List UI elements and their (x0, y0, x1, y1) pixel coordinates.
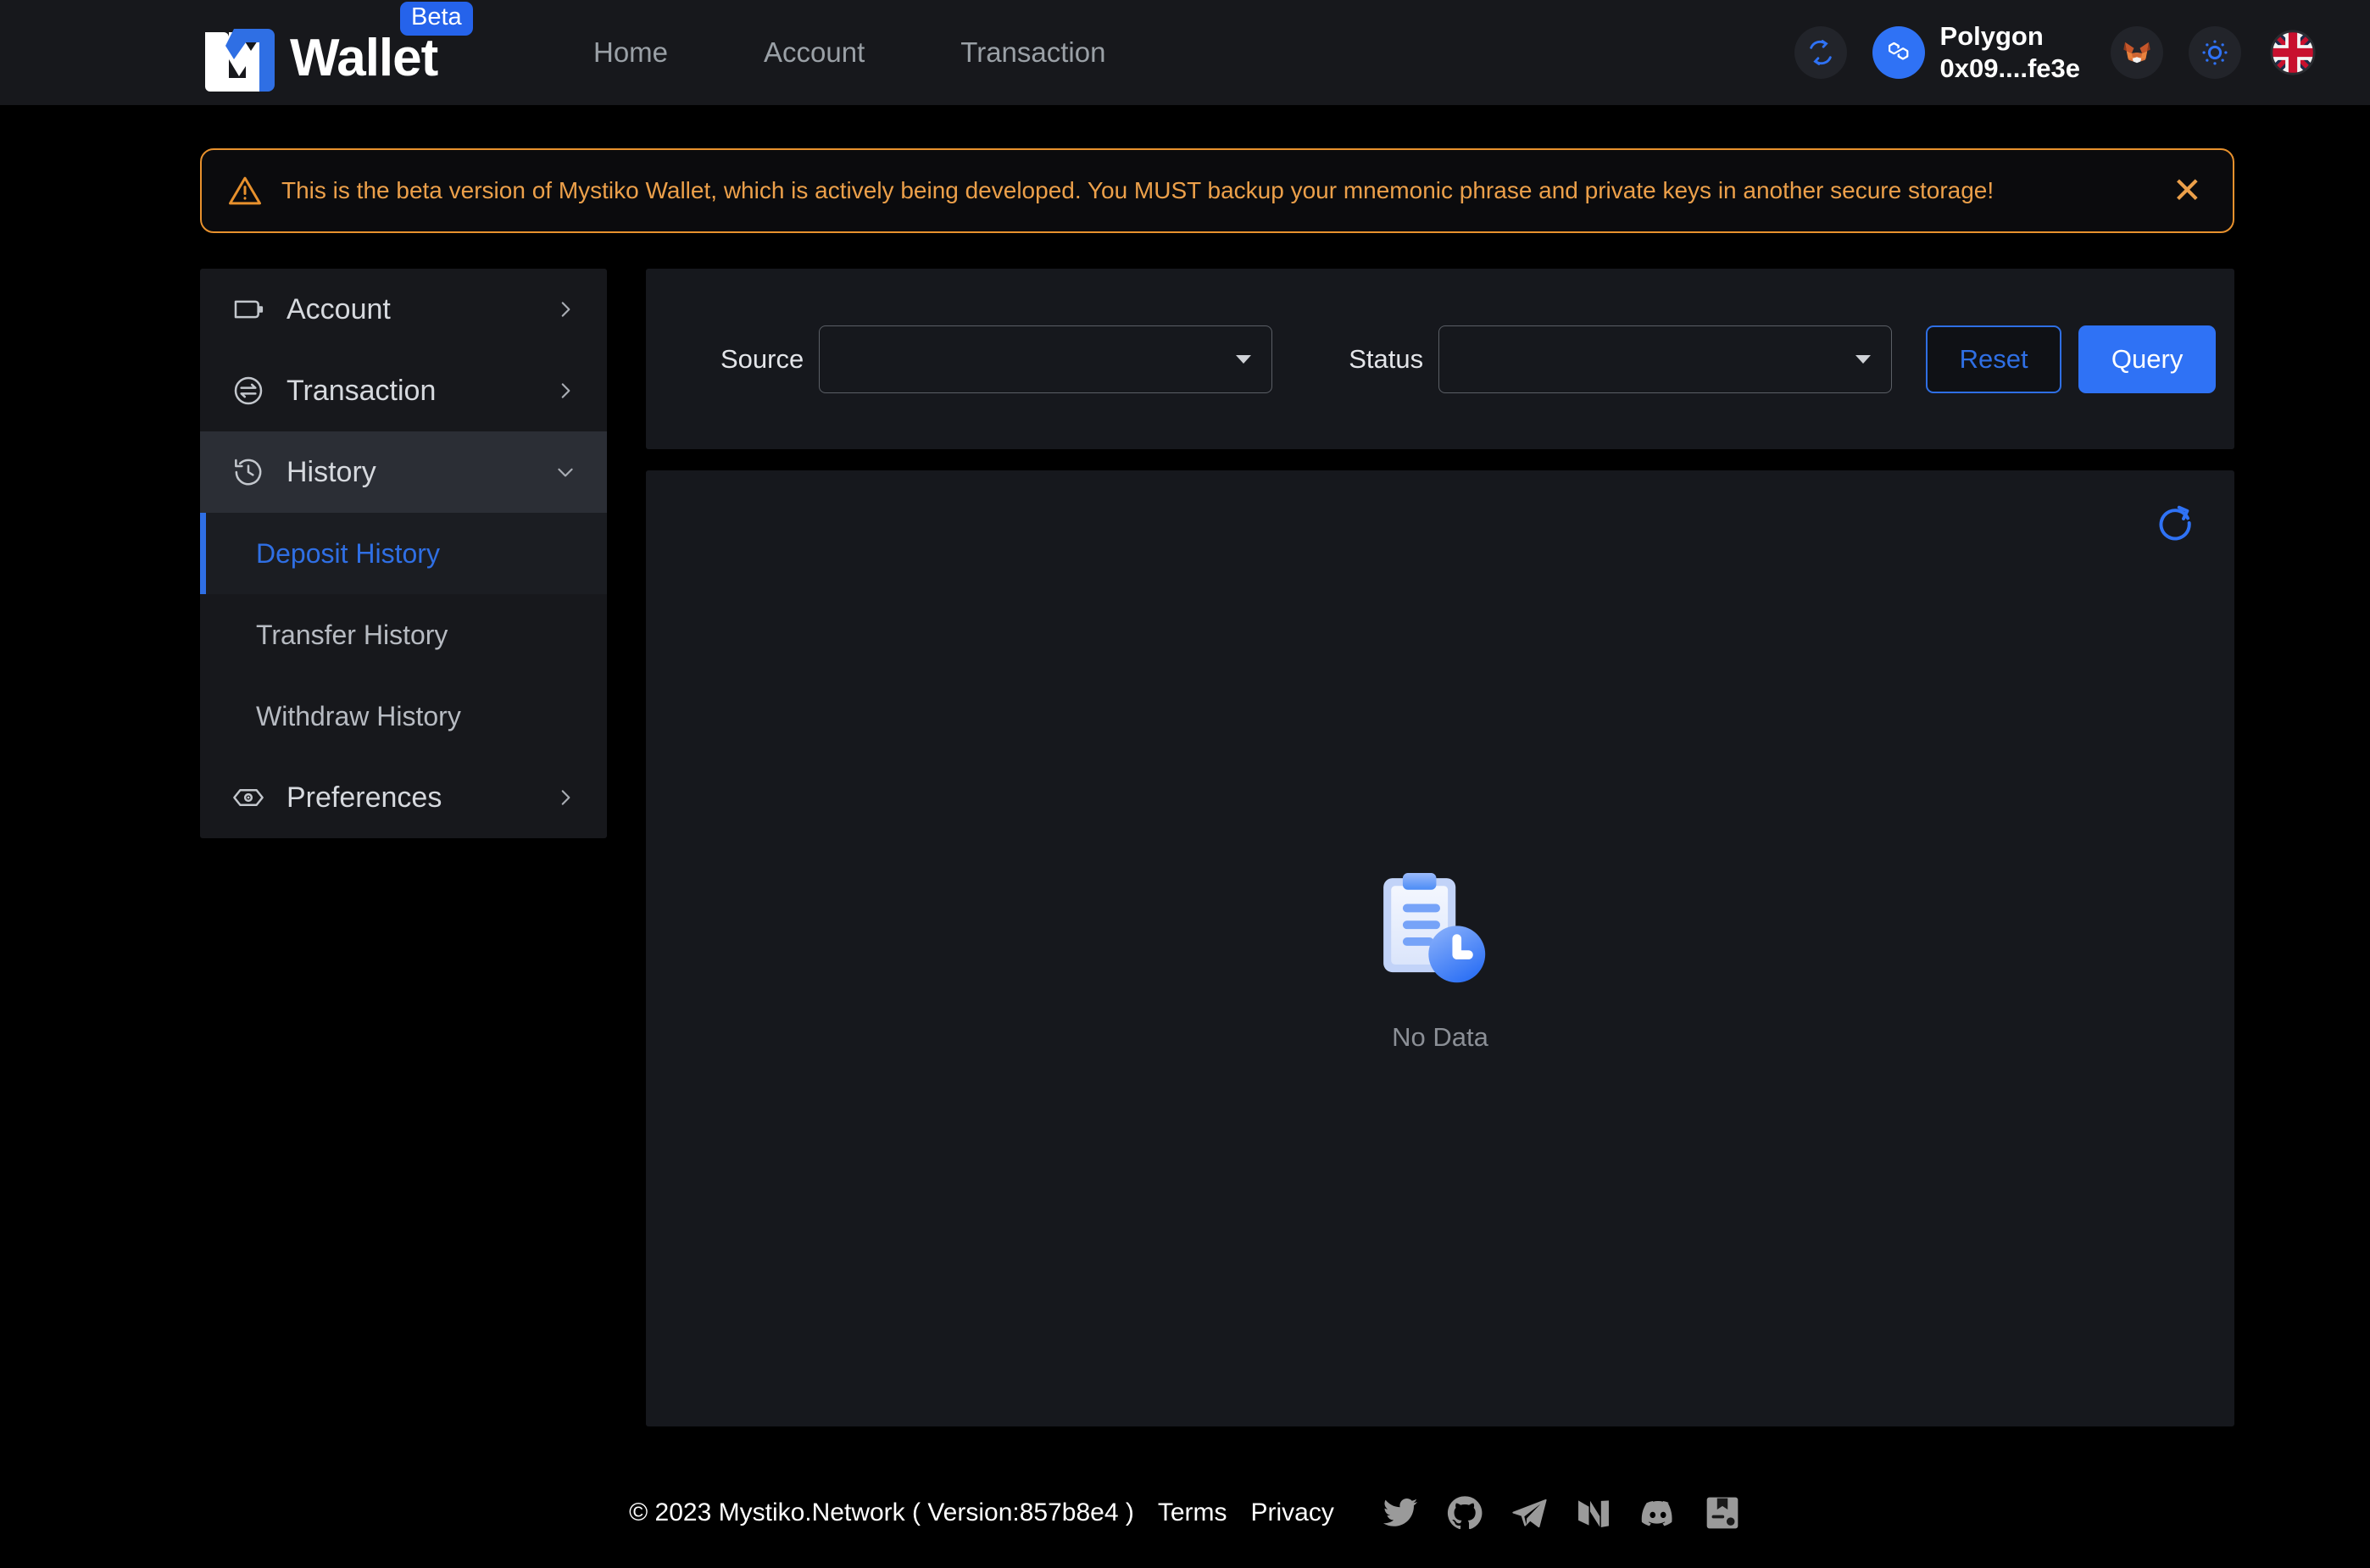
history-clock-icon (229, 455, 268, 489)
github-icon[interactable] (1446, 1494, 1483, 1532)
app-header: Wallet Beta Home Account Transaction Pol… (0, 0, 2370, 105)
sidebar-item-preferences[interactable]: Preferences (200, 757, 607, 838)
warning-triangle-icon (227, 173, 263, 209)
status-label: Status (1349, 343, 1424, 374)
twitter-icon[interactable] (1382, 1494, 1419, 1532)
status-select[interactable] (1438, 325, 1893, 393)
social-links (1382, 1494, 1741, 1532)
header-actions: Polygon 0x09....fe3e (1794, 0, 2319, 105)
preferences-eye-icon (229, 780, 268, 815)
copyright-text: © 2023 Mystiko.Network ( Version:857b8e4… (629, 1498, 1134, 1526)
metamask-fox-icon[interactable] (2111, 26, 2163, 79)
clipboard-clock-icon (1376, 870, 1505, 1004)
transaction-swap-icon (229, 374, 268, 408)
privacy-link[interactable]: Privacy (1251, 1498, 1334, 1527)
query-button[interactable]: Query (2078, 325, 2217, 393)
close-icon[interactable]: ✕ (2167, 173, 2207, 209)
wallet-address: 0x09....fe3e (1939, 53, 2080, 83)
chevron-down-icon (554, 461, 576, 483)
beta-warning-banner: This is the beta version of Mystiko Wall… (200, 148, 2234, 233)
sidebar-nav: Account Transaction History Deposit Hist… (200, 269, 607, 838)
nav-item-transaction[interactable]: Transaction (960, 36, 1105, 69)
sidebar-subitem-label: Transfer History (256, 619, 448, 650)
chevron-right-icon (554, 787, 576, 809)
reset-button[interactable]: Reset (1926, 325, 2062, 393)
empty-state-label: No Data (1392, 1022, 1488, 1052)
source-label: Source (720, 343, 804, 374)
main-nav: Home Account Transaction (593, 0, 1105, 105)
sidebar-item-history[interactable]: History (200, 431, 607, 513)
refresh-icon[interactable] (2151, 499, 2199, 547)
empty-state: No Data (646, 870, 2234, 1053)
docs-book-icon[interactable] (1704, 1494, 1741, 1532)
polygon-chain-icon[interactable] (1872, 26, 1925, 79)
sidebar-item-transaction[interactable]: Transaction (200, 350, 607, 431)
sidebar-subitem-label: Withdraw History (256, 700, 461, 731)
chevron-right-icon (554, 298, 576, 320)
app-footer: © 2023 Mystiko.Network ( Version:857b8e4… (0, 1458, 2370, 1568)
sidebar-item-label: Transaction (287, 374, 437, 407)
sidebar-item-label: Account (287, 292, 391, 325)
sidebar-item-label: Preferences (287, 781, 442, 814)
uk-flag-icon[interactable] (2267, 26, 2319, 79)
chain-name: Polygon (1939, 21, 2044, 52)
mystiko-m-logo-icon (200, 25, 280, 92)
sidebar-item-withdraw-history[interactable]: Withdraw History (200, 676, 607, 757)
sidebar-item-account[interactable]: Account (200, 269, 607, 350)
chevron-right-icon (554, 380, 576, 402)
caret-down-icon (1236, 354, 1252, 364)
sync-refresh-icon[interactable] (1794, 26, 1847, 79)
banner-message: This is the beta version of Mystiko Wall… (281, 177, 1994, 204)
terms-link[interactable]: Terms (1158, 1498, 1227, 1527)
chain-selector[interactable]: Polygon 0x09....fe3e (1940, 20, 2080, 85)
discord-icon[interactable] (1639, 1494, 1677, 1532)
wallet-icon (229, 292, 268, 326)
nav-item-account[interactable]: Account (764, 36, 865, 69)
medium-icon[interactable] (1575, 1494, 1612, 1532)
filter-panel: Source Status Reset Query (646, 269, 2234, 449)
beta-badge: Beta (400, 2, 473, 36)
sidebar-item-transfer-history[interactable]: Transfer History (200, 594, 607, 676)
caret-down-icon (1855, 354, 1872, 364)
sun-theme-icon[interactable] (2189, 26, 2241, 79)
sidebar-subitem-label: Deposit History (256, 537, 440, 569)
telegram-icon[interactable] (1510, 1494, 1548, 1532)
history-content-panel: No Data (646, 470, 2234, 1426)
nav-item-home[interactable]: Home (593, 36, 668, 69)
sidebar-item-deposit-history[interactable]: Deposit History (200, 513, 607, 594)
source-select[interactable] (819, 325, 1273, 393)
sidebar-item-label: History (287, 455, 376, 488)
